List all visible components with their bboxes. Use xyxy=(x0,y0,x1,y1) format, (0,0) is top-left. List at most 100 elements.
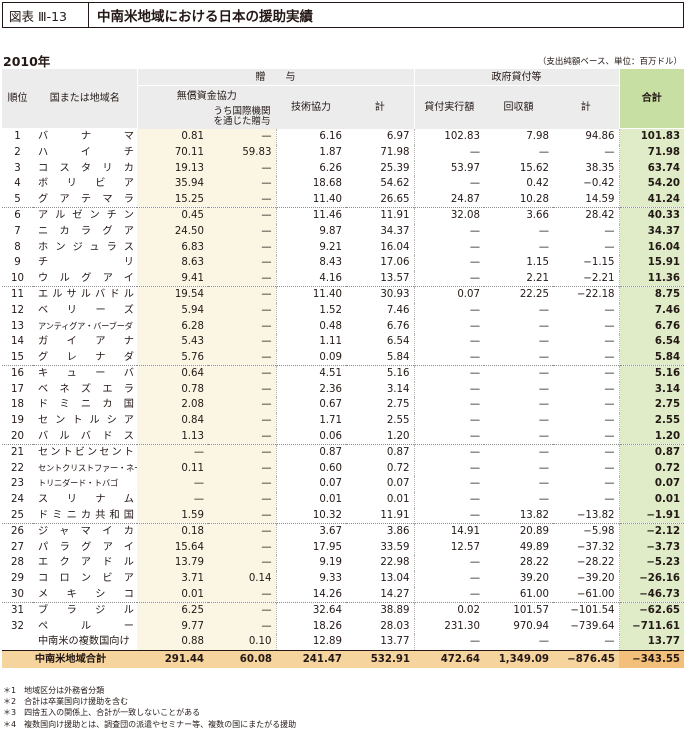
cell-tech: 4.51 xyxy=(275,365,346,382)
cell-grant-aid: 0.64 xyxy=(137,365,208,382)
cell-via-intl: — xyxy=(208,476,276,493)
cell-disbursed: 24.87 xyxy=(413,191,484,208)
figure-title-bar: 図表 Ⅲ-13 中南米地域における日本の援助実績 xyxy=(2,2,684,28)
row-country: ホンジュラス xyxy=(38,241,134,253)
row-country: セントクリストファー・ネーヴィス xyxy=(38,462,137,473)
cell-via-intl: — xyxy=(208,270,276,287)
cell-via-intl: — xyxy=(208,223,276,240)
cell-total: −711.61 xyxy=(618,618,685,635)
cell-recovered: 15.62 xyxy=(519,162,549,174)
cell-disbursed: — xyxy=(413,349,484,366)
cell-grant-aid: 3.71 xyxy=(137,571,208,587)
cell-recovered: 28.22 xyxy=(519,557,549,569)
footnote: ＊1 地域区分は外務省分類 xyxy=(3,686,105,695)
cell-loan-subtotal: — xyxy=(604,320,615,332)
table-row: 2 ハイチ 70.11 59.83 1.87 71.98— — —71.98 xyxy=(2,144,685,161)
cell-loan-subtotal: 28.42 xyxy=(553,207,620,224)
cell-grant-aid: 9.77 xyxy=(137,618,208,635)
cell-disbursed: — xyxy=(413,381,484,398)
cell-grant-aid: 0.18 xyxy=(137,523,208,540)
cell-disbursed: 12.57 xyxy=(413,539,484,556)
row-rank: 2 xyxy=(14,146,21,158)
table-row: 30 メキシコ 0.01—14.26 14.27—61.00 −61.00 −46.73 xyxy=(2,586,685,603)
cell-via-intl: — xyxy=(208,618,276,635)
row-rank: 25 xyxy=(11,509,24,521)
row-country: パラグアイ xyxy=(38,541,134,553)
row-country: ベリーズ xyxy=(38,304,134,316)
table-row: 15 グレナダ 5.76—0.09 5.84— — —5.84 xyxy=(2,349,685,366)
cell-grant-subtotal: 3.14 xyxy=(386,383,410,395)
cell-loan-subtotal: −5.98 xyxy=(553,523,620,540)
cell-recovered: 10.28 xyxy=(519,193,549,205)
row-country: ガイアナ xyxy=(38,336,134,348)
cell-grant-aid: 1.59 xyxy=(137,507,208,524)
cell-grant-subtotal: 16.04 xyxy=(380,241,410,253)
cell-loan-subtotal: 94.86 xyxy=(585,131,615,143)
cell-grant-aid: 0.01 xyxy=(137,586,208,603)
cell-via-intl: — xyxy=(208,318,276,335)
cell-grant-aid: 5.94 xyxy=(137,302,208,319)
cell-grant-aid: 0.81 xyxy=(137,128,208,145)
table-row: 9 チリ 8.63—8.43 17.06—1.15 −1.15 15.91 xyxy=(2,255,685,271)
row-country: ボリビア xyxy=(38,178,134,190)
cell-total: 2.55 xyxy=(618,413,685,429)
cell-via-intl: — xyxy=(208,523,276,540)
cell-recovered: 3.66 xyxy=(484,207,553,224)
cell-grant-aid: 9.41 xyxy=(137,270,208,287)
col-grant: 贈 与 xyxy=(136,69,414,86)
col-grant-aid: 無償資金協力 xyxy=(136,85,276,106)
cell-tech: 0.48 xyxy=(275,318,346,335)
cell-tech: 9.21 xyxy=(275,239,346,256)
cell-disbursed: — xyxy=(413,413,484,429)
cell-grant-subtotal: 11.91 xyxy=(346,207,414,224)
row-rank: 21 xyxy=(2,444,33,461)
row-rank: 26 xyxy=(2,523,33,540)
cell-disbursed: — xyxy=(413,634,484,651)
cell-recovered: — xyxy=(538,146,549,158)
row-rank: 18 xyxy=(11,399,24,411)
cell-tech: 0.06 xyxy=(275,428,346,445)
cell-loan-subtotal: −37.32 xyxy=(576,541,615,553)
cell-total: 63.74 xyxy=(618,160,685,177)
cell-loan-subtotal: — xyxy=(604,241,615,253)
cell-grant-subtotal: 0.07 xyxy=(386,478,410,490)
cell-grant-subtotal: 0.72 xyxy=(386,462,410,474)
row-country: ベネズエラ xyxy=(38,383,134,395)
cell-tech: 1.87 xyxy=(275,144,346,161)
cell-loan-subtotal: — xyxy=(604,462,615,474)
cell-recovered: — xyxy=(538,636,549,648)
cell-disbursed: — xyxy=(413,176,484,192)
cell-total: −2.12 xyxy=(618,523,685,540)
cell-loan-subtotal: — xyxy=(604,225,615,237)
cell-via-intl: — xyxy=(208,365,276,382)
cell-disbursed: — xyxy=(413,334,484,350)
cell-disbursed: — xyxy=(413,555,484,571)
cell-disbursed: — xyxy=(413,492,484,508)
cell-loan-subtotal: — xyxy=(604,415,615,427)
col-loan-subtotal: 計 xyxy=(553,85,620,129)
cell-loan-subtotal: −39.20 xyxy=(576,573,615,584)
table-row: 13 アンティグア・バーブーダ 6.28—0.48 6.76— — —6.76 xyxy=(2,318,685,335)
cell-tech: 12.89 xyxy=(275,634,346,651)
cell-total: 0.07 xyxy=(618,476,685,493)
cell-tech: 11.46 xyxy=(275,207,346,224)
cell-total: 71.98 xyxy=(618,144,685,161)
table-row: 10 ウルグアイ 9.41—4.16 13.57—2.21 −2.21 11.36 xyxy=(2,270,685,287)
cell-tech: 0.07 xyxy=(275,476,346,493)
cell-tech: 1.52 xyxy=(275,302,346,319)
cell-tech: 0.67 xyxy=(275,397,346,414)
cell-tech: 14.26 xyxy=(275,586,346,603)
cell-grant-subtotal: 33.59 xyxy=(380,541,410,553)
cell-disbursed: 231.30 xyxy=(413,618,484,635)
cell-total: 0.01 xyxy=(618,492,685,508)
cell-disbursed: — xyxy=(413,365,484,382)
cell-tech: 1.71 xyxy=(275,413,346,429)
cell-grant-aid: 2.08 xyxy=(137,397,208,414)
row-rank: 24 xyxy=(11,494,24,506)
row-rank: 13 xyxy=(11,320,24,332)
cell-total: 2.75 xyxy=(618,397,685,414)
cell-recovered: 7.98 xyxy=(526,131,549,143)
table-row: 19 セントルシア 0.84—1.71 2.55— — —2.55 xyxy=(2,413,685,429)
footnotes: ＊1 地域区分は外務省分類 ＊2 合計は卒業国向け援助を含む ＊3 四捨五入の関… xyxy=(3,685,296,730)
cell-loan-subtotal: — xyxy=(553,365,620,382)
